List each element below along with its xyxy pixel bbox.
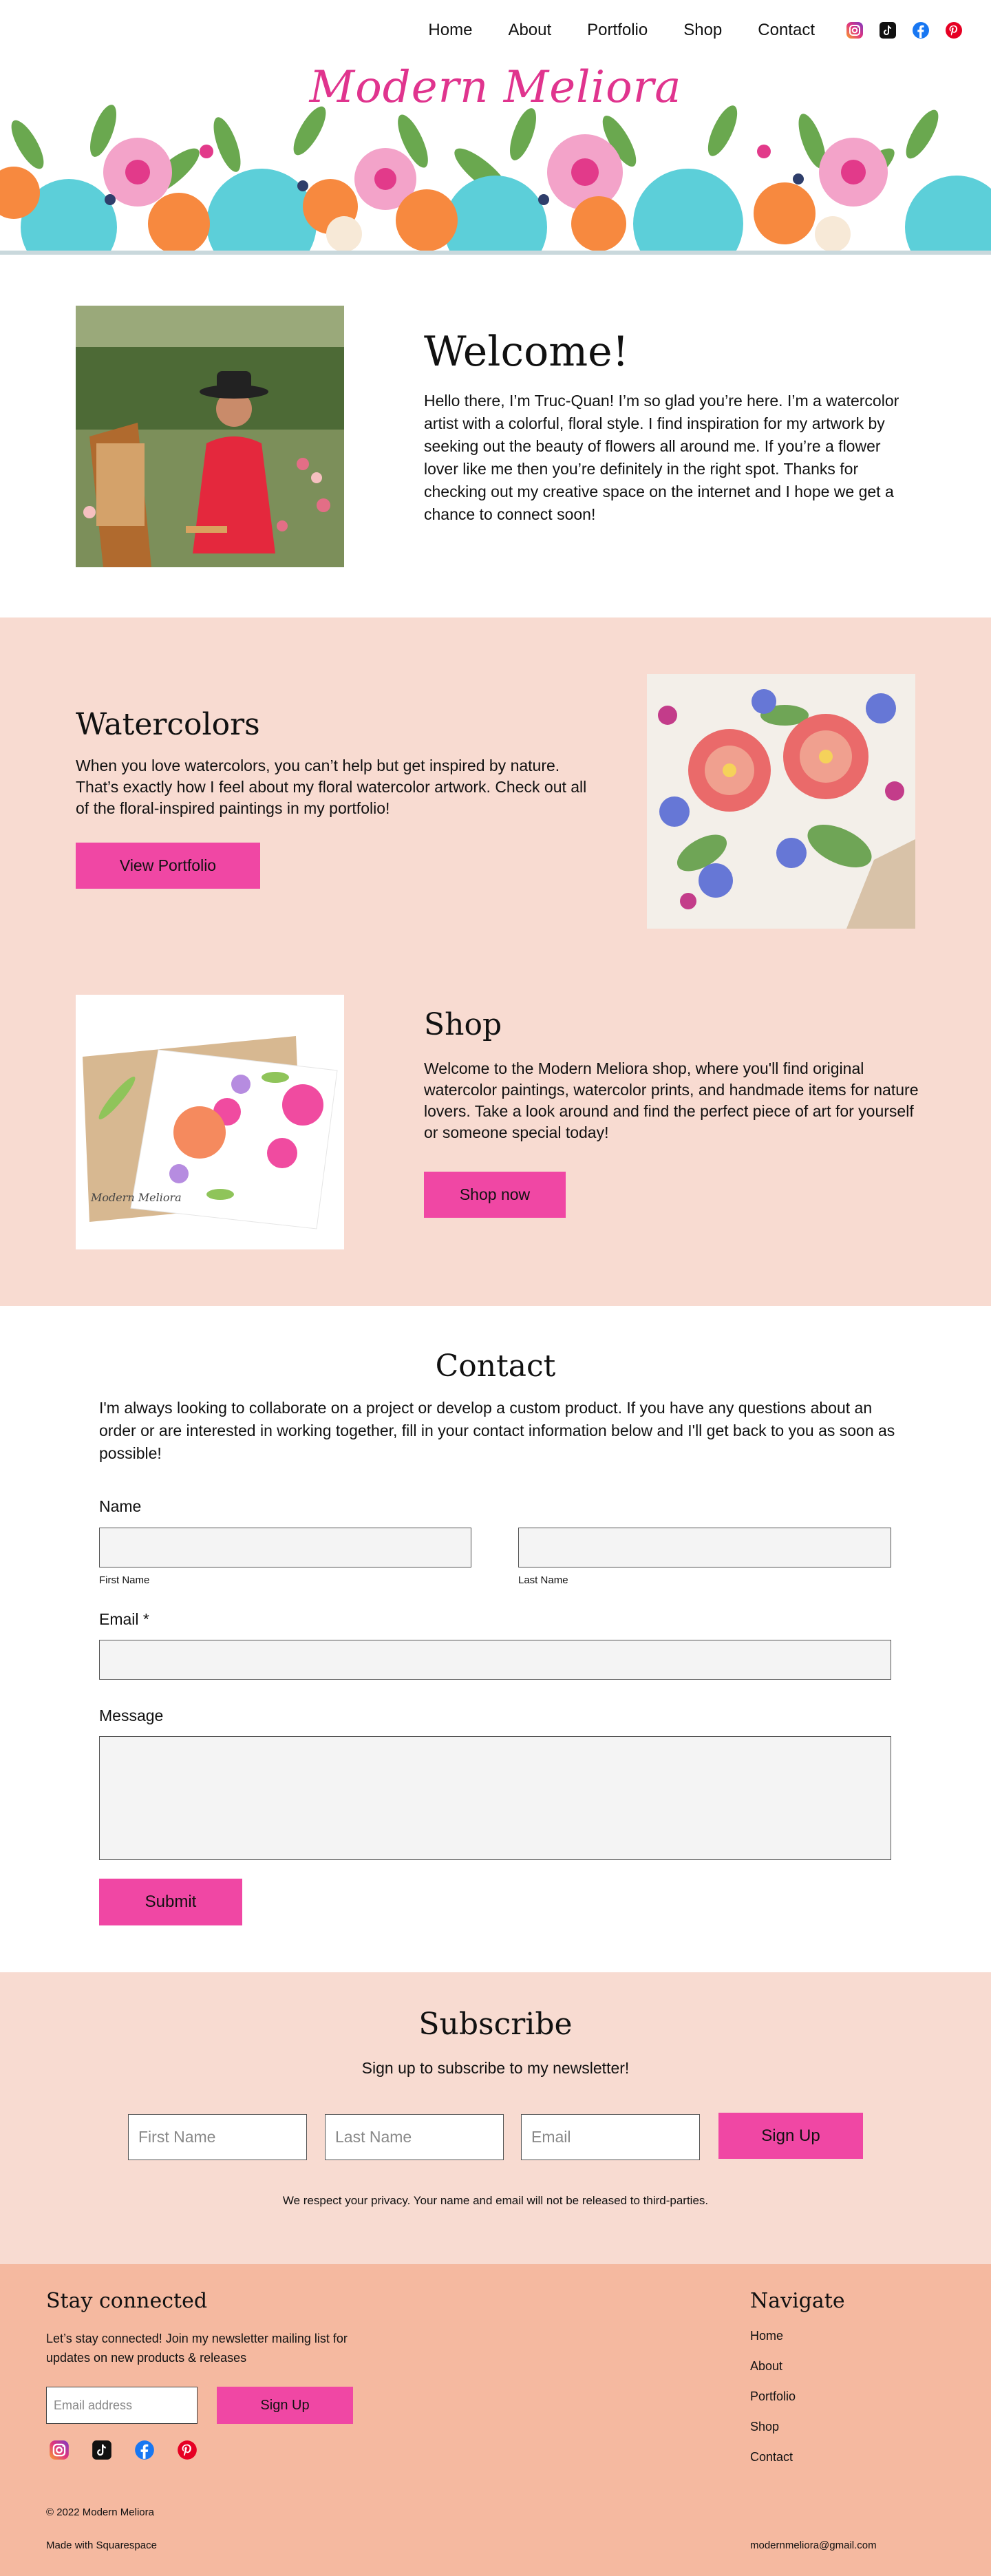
privacy-note: We respect your privacy. Your name and e…: [282, 2194, 709, 2207]
watercolor-painting-image: [647, 674, 915, 929]
facebook-icon[interactable]: [911, 21, 930, 40]
tiktok-icon[interactable]: [878, 21, 897, 40]
welcome-text: Hello there, I’m Truc-Quan! I’m so glad …: [424, 392, 899, 523]
first-name-sublabel: First Name: [99, 1574, 150, 1586]
watercolors-title: Watercolors: [76, 707, 260, 742]
welcome-section: Welcome! Hello there, I’m Truc-Quan! I’m…: [0, 255, 991, 617]
name-label: Name: [99, 1497, 142, 1515]
greeting-card-image: Modern Meliora: [76, 995, 344, 1249]
footer-nav-contact[interactable]: Contact: [750, 2450, 793, 2464]
subscribe-signup-button[interactable]: Sign Up: [718, 2113, 863, 2159]
subscribe-last-name-input[interactable]: [325, 2114, 504, 2160]
instagram-icon[interactable]: [845, 21, 864, 40]
footer-email-input[interactable]: [46, 2387, 198, 2424]
site-footer: Stay connected Let’s stay connected! Joi…: [0, 2264, 991, 2576]
last-name-sublabel: Last Name: [518, 1574, 568, 1586]
last-name-field[interactable]: [518, 1528, 891, 1567]
contact-intro: I'm always looking to collaborate on a p…: [99, 1399, 895, 1462]
navigate-title: Navigate: [750, 2289, 845, 2313]
footer-signup-button[interactable]: Sign Up: [217, 2387, 353, 2424]
facebook-icon[interactable]: [134, 2439, 156, 2461]
pinterest-icon[interactable]: [944, 21, 963, 40]
view-portfolio-button[interactable]: View Portfolio: [76, 843, 260, 889]
nav-home[interactable]: Home: [428, 21, 472, 40]
tiktok-icon[interactable]: [91, 2439, 113, 2461]
header-social-links: [845, 21, 963, 40]
footer-nav-about[interactable]: About: [750, 2359, 782, 2373]
site-header: Home About Portfolio Shop Contact Modern…: [0, 0, 991, 255]
footer-nav-home[interactable]: Home: [750, 2329, 783, 2343]
welcome-title: Welcome!: [424, 328, 629, 376]
features-section: Watercolors When you love watercolors, y…: [0, 617, 991, 1306]
subscribe-first-name-input[interactable]: [128, 2114, 307, 2160]
message-field[interactable]: [99, 1736, 891, 1860]
contact-title: Contact: [435, 1349, 556, 1384]
made-with-link[interactable]: Made with Squarespace: [46, 2540, 157, 2551]
email-field[interactable]: [99, 1640, 891, 1680]
floral-banner: [0, 103, 991, 255]
nav-shop[interactable]: Shop: [683, 21, 722, 40]
stay-connected-title: Stay connected: [46, 2289, 208, 2313]
first-name-field[interactable]: [99, 1528, 471, 1567]
artist-photo: [76, 306, 344, 567]
footer-social-links: [48, 2439, 198, 2461]
nav-about[interactable]: About: [508, 21, 551, 40]
stay-connected-text: Let’s stay connected! Join my newsletter…: [46, 2332, 348, 2365]
message-label: Message: [99, 1707, 164, 1724]
footer-nav: Home About Portfolio Shop Contact: [750, 2329, 796, 2480]
subscribe-email-input[interactable]: [521, 2114, 700, 2160]
pinterest-icon[interactable]: [176, 2439, 198, 2461]
subscribe-title: Subscribe: [418, 2007, 573, 2042]
shop-now-button[interactable]: Shop now: [424, 1172, 566, 1218]
footer-nav-portfolio[interactable]: Portfolio: [750, 2389, 796, 2403]
card-signature: Modern Meliora: [90, 1191, 182, 1204]
instagram-icon[interactable]: [48, 2439, 70, 2461]
footer-email-link[interactable]: modernmeliora@gmail.com: [750, 2540, 877, 2551]
contact-section: Contact I'm always looking to collaborat…: [0, 1306, 991, 1972]
shop-title: Shop: [424, 1007, 502, 1042]
main-nav: Home About Portfolio Shop Contact: [428, 21, 991, 40]
copyright: © 2022 Modern Meliora: [46, 2506, 154, 2518]
shop-text: Welcome to the Modern Meliora shop, wher…: [424, 1059, 919, 1141]
submit-button[interactable]: Submit: [99, 1879, 242, 1925]
watercolors-text: When you love watercolors, you can’t hel…: [76, 757, 587, 817]
email-label: Email *: [99, 1610, 149, 1628]
nav-contact[interactable]: Contact: [758, 21, 815, 40]
subscribe-section: Subscribe Sign up to subscribe to my new…: [0, 1972, 991, 2264]
subscribe-lead: Sign up to subscribe to my newsletter!: [361, 2059, 630, 2077]
footer-nav-shop[interactable]: Shop: [750, 2420, 779, 2434]
nav-portfolio[interactable]: Portfolio: [587, 21, 648, 40]
